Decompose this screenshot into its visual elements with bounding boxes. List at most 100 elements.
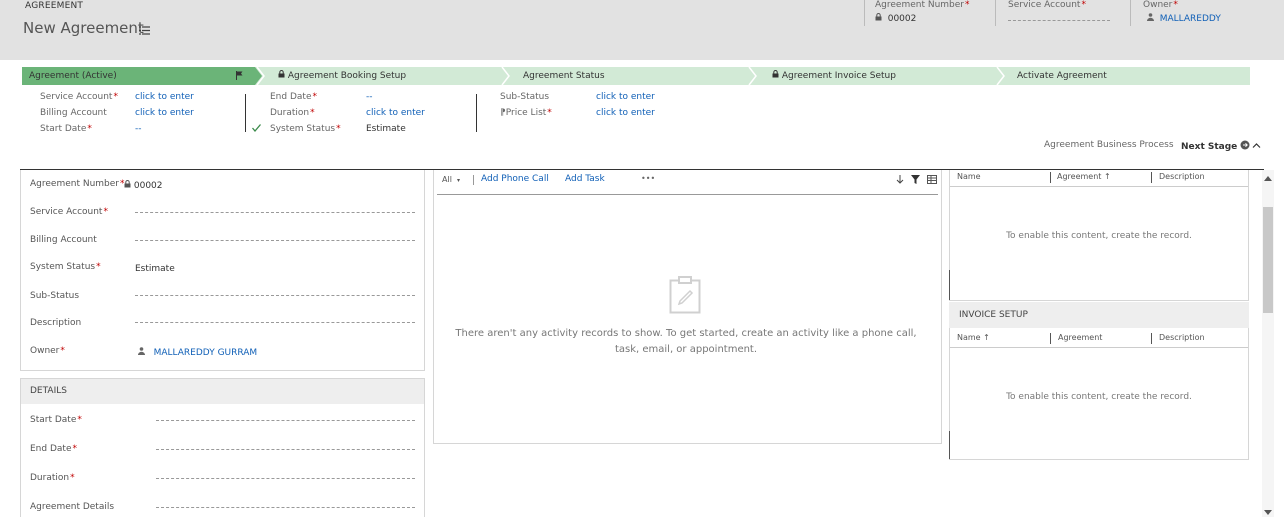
stage-service-account-input[interactable]: click to enter: [135, 92, 194, 102]
stage-sub-status-input[interactable]: click to enter: [596, 92, 655, 102]
field-label: Duration*: [30, 473, 75, 483]
end-date-input[interactable]: [156, 449, 415, 450]
activities-empty-message: There aren't any activity records to sho…: [455, 328, 917, 355]
stage-field-label: Duration*: [270, 108, 315, 118]
stage-system-status-value[interactable]: Estimate: [366, 124, 406, 134]
scrollbar-thumb[interactable]: [1263, 207, 1273, 313]
lock-icon: [124, 180, 131, 191]
system-status-value[interactable]: Estimate: [135, 264, 175, 274]
field-label: End Date*: [30, 444, 77, 454]
business-process-name: Agreement Business Process: [1044, 140, 1174, 150]
stage-duration-input[interactable]: click to enter: [366, 108, 425, 118]
toolbar-separator: [473, 175, 474, 185]
empty-value: [1008, 20, 1110, 21]
header-divider: [950, 186, 1248, 187]
column-header-description[interactable]: Description: [1159, 333, 1205, 342]
stage-label: Agreement Booking Setup: [287, 71, 407, 81]
owner-link[interactable]: MALLAREDDY: [1160, 14, 1221, 24]
header-separator: [864, 0, 865, 26]
column-header-description[interactable]: Description: [1159, 172, 1205, 181]
toolbar-divider: [437, 194, 938, 195]
sub-status-input[interactable]: [135, 295, 415, 296]
header-field-value: 00002: [887, 14, 917, 24]
billing-account-input[interactable]: [135, 240, 415, 241]
header-separator: [1130, 0, 1131, 26]
start-date-input[interactable]: [156, 420, 415, 421]
activity-filter-dropdown[interactable]: All ▾: [442, 175, 460, 184]
arrow-right-circle-icon: [1240, 140, 1250, 152]
field-label: Agreement Number*: [30, 179, 125, 189]
agreement-details-input[interactable]: [156, 507, 415, 508]
stage-field-label: Sub-Status: [500, 92, 550, 102]
stage-start-date-input[interactable]: --: [135, 124, 142, 134]
filter-icon[interactable]: [911, 175, 920, 187]
column-header-name[interactable]: Name ↑: [957, 333, 990, 342]
stage-label: Agreement Status: [523, 71, 605, 81]
agreement-number-value: 00002: [124, 180, 163, 191]
column-separator: [1050, 172, 1051, 183]
header-agreement-number[interactable]: Agreement Number* 00002: [875, 0, 970, 30]
column-header-name[interactable]: Name: [957, 172, 981, 181]
header-owner[interactable]: Owner* MALLAREDDY: [1143, 0, 1221, 30]
column-header-agreement[interactable]: Agreement ↑: [1057, 172, 1111, 181]
stage-field-label: Start Date*: [40, 124, 92, 134]
description-input[interactable]: [135, 322, 415, 323]
field-label: Agreement Details: [30, 502, 115, 512]
stage-field-label: Billing Account: [40, 108, 107, 118]
form-selector-icon[interactable]: [139, 26, 150, 38]
header-service-account[interactable]: Service Account*: [1008, 0, 1110, 30]
field-label: Start Date*: [30, 415, 82, 425]
next-stage-button[interactable]: Next Stage: [1181, 140, 1250, 152]
required-marker: *: [1173, 0, 1178, 10]
header-field-label: Service Account: [1008, 0, 1081, 10]
column-separator: [1151, 333, 1152, 344]
duration-input[interactable]: [156, 478, 415, 479]
column-separator: [1151, 172, 1152, 183]
grid-edge: [949, 431, 950, 459]
more-commands-button[interactable]: •••: [641, 174, 655, 183]
checkmark-icon: [252, 124, 261, 135]
grid-edge: [949, 270, 950, 300]
stage-billing-account-input[interactable]: click to enter: [135, 108, 194, 118]
required-marker: *: [1081, 0, 1086, 10]
owner-link[interactable]: MALLAREDDY GURRAM: [154, 348, 258, 358]
stage-end-date-input[interactable]: --: [366, 92, 373, 102]
service-account-input[interactable]: [135, 212, 415, 213]
scroll-down-icon[interactable]: [1264, 509, 1272, 517]
field-label: System Status*: [30, 262, 101, 272]
user-icon: [138, 347, 145, 358]
lock-icon: [772, 70, 779, 81]
user-icon: [1147, 13, 1154, 24]
stage-activate-agreement[interactable]: Activate Agreement: [1017, 67, 1107, 85]
stage-label: Agreement Invoice Setup: [781, 71, 896, 81]
stage-agreement-booking-setup[interactable]: Agreement Booking Setup: [278, 67, 406, 85]
header-divider: [950, 347, 1248, 348]
stage-agreement-invoice-setup[interactable]: Agreement Invoice Setup: [772, 67, 896, 85]
field-label: Sub-Status: [30, 291, 80, 301]
stage-label: Agreement (Active): [29, 71, 117, 81]
add-phone-call-button[interactable]: Add Phone Call: [481, 174, 549, 184]
flag-icon: [236, 71, 243, 83]
record-title: New Agreement: [23, 19, 144, 37]
field-label: Billing Account: [30, 235, 97, 245]
field-label: Service Account*: [30, 207, 108, 217]
stage-field-label: System Status*: [270, 124, 341, 134]
column-separator: [1050, 333, 1051, 344]
stage-price-list-input[interactable]: click to enter: [596, 108, 655, 118]
scroll-up-icon[interactable]: [1264, 174, 1272, 184]
add-task-button[interactable]: Add Task: [565, 174, 605, 184]
sort-down-icon[interactable]: [896, 175, 904, 187]
column-header-agreement[interactable]: Agreement: [1058, 333, 1102, 342]
lock-icon: [278, 70, 285, 81]
collapse-chevron-icon[interactable]: [1252, 142, 1261, 152]
lock-icon: [875, 13, 882, 24]
entity-name: AGREEMENT: [25, 1, 84, 11]
stage-label: Activate Agreement: [1017, 71, 1107, 81]
grid-empty-message: To enable this content, create the recor…: [1006, 392, 1192, 402]
stage-agreement-active[interactable]: Agreement (Active): [29, 67, 117, 85]
view-selector-icon[interactable]: [927, 175, 937, 187]
owner-field[interactable]: MALLAREDDY GURRAM: [138, 347, 257, 358]
stage-field-label: ⁋Price List*: [500, 108, 552, 118]
stage-agreement-status[interactable]: Agreement Status: [523, 67, 605, 85]
column-separator: [476, 94, 477, 132]
